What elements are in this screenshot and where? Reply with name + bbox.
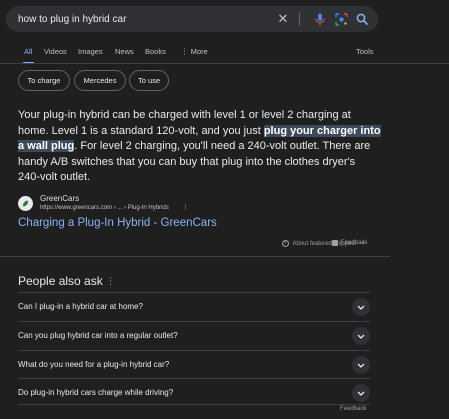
paa-more-options-icon[interactable]: ⋮ (106, 276, 115, 286)
paa-question-text: Do plug-in hybrid cars charge while driv… (18, 388, 174, 397)
chevron-down-icon[interactable] (352, 327, 370, 345)
snippet-line-1: Your plug-in hybrid can be charged with … (18, 109, 351, 121)
source-site-name[interactable]: GreenCars (40, 194, 79, 203)
tools-button[interactable]: Tools (356, 46, 374, 58)
featured-snippet-text: Your plug-in hybrid can be charged with … (18, 108, 381, 186)
paa-question-text: What do you need for a plug-in hybrid ca… (18, 360, 170, 369)
snippet-line-3: a wall plug. For level 2 charging, you'l… (18, 139, 378, 155)
more-options-icon[interactable]: ⋮ (182, 204, 189, 212)
chevron-down-icon[interactable] (352, 384, 370, 402)
search-icon[interactable] (354, 11, 370, 27)
chip-to-charge[interactable]: To charge (18, 70, 70, 91)
snippet-line-5: 240-volt outlet. (18, 171, 91, 183)
paa-question-text: Can I plug-in a hybrid car at home? (18, 302, 143, 311)
section-divider (0, 256, 390, 257)
feedback-button[interactable]: Feedback (332, 240, 367, 246)
lens-icon[interactable] (333, 11, 349, 27)
search-bar[interactable]: how to plug in hybrid car ✕ (6, 6, 378, 32)
search-bar-icons: ✕ (276, 11, 370, 27)
tab-all[interactable]: All (24, 46, 32, 58)
search-input[interactable]: how to plug in hybrid car (18, 14, 276, 25)
people-also-ask-heading: People also ask (18, 274, 103, 288)
feedback-icon (332, 240, 338, 246)
snippet-text: home. Level 1 is a standard 120-volt, an… (18, 124, 264, 137)
tab-books[interactable]: Books (145, 46, 166, 58)
tabs-divider (0, 63, 449, 64)
close-icon[interactable]: ✕ (276, 12, 290, 26)
paa-question[interactable]: Do plug-in hybrid cars charge while driv… (18, 378, 370, 407)
source-url[interactable]: https://www.greencars.com › ... › Plug-I… (40, 205, 169, 211)
feedback-label: Feedback (341, 240, 368, 246)
paa-question[interactable]: What do you need for a plug-in hybrid ca… (18, 350, 370, 379)
search-bar-divider (299, 12, 300, 26)
tab-videos[interactable]: Videos (44, 46, 67, 58)
paa-question[interactable]: Can you plug hybrid car into a regular o… (18, 321, 370, 350)
tab-images[interactable]: Images (78, 46, 103, 58)
tab-more[interactable]: ⋮ More (181, 46, 208, 58)
tab-news[interactable]: News (115, 46, 134, 58)
chip-mercedes[interactable]: Mercedes (74, 70, 126, 91)
paa-feedback-link[interactable]: Feedback (340, 406, 366, 412)
snippet-highlight: plug your charger into (263, 124, 381, 137)
snippet-text: . For level 2 charging, you'll need a 24… (74, 140, 371, 152)
help-icon: ? (281, 240, 289, 247)
search-tabs: All Videos Images News Books ⋮ More Tool… (23, 46, 449, 68)
greencars-favicon-icon[interactable] (18, 196, 33, 211)
snippet-line-2: home. Level 1 is a standard 120-volt, an… (18, 124, 381, 140)
chip-to-use[interactable]: To use (129, 70, 169, 91)
chevron-down-icon[interactable] (352, 356, 370, 374)
result-title-link[interactable]: Charging a Plug-In Hybrid - GreenCars (18, 217, 217, 229)
paa-question[interactable]: Can I plug-in a hybrid car at home? (18, 292, 370, 321)
paa-bottom-divider (18, 404, 370, 405)
snippet-line-4: handy A/B switches that you can buy that… (18, 155, 356, 168)
search-results-page: how to plug in hybrid car ✕ All Videos I… (0, 0, 449, 419)
mic-icon[interactable] (312, 11, 328, 27)
paa-question-text: Can you plug hybrid car into a regular o… (18, 331, 178, 340)
chevron-down-icon[interactable] (352, 298, 370, 316)
snippet-highlight: a wall plug (18, 140, 75, 152)
